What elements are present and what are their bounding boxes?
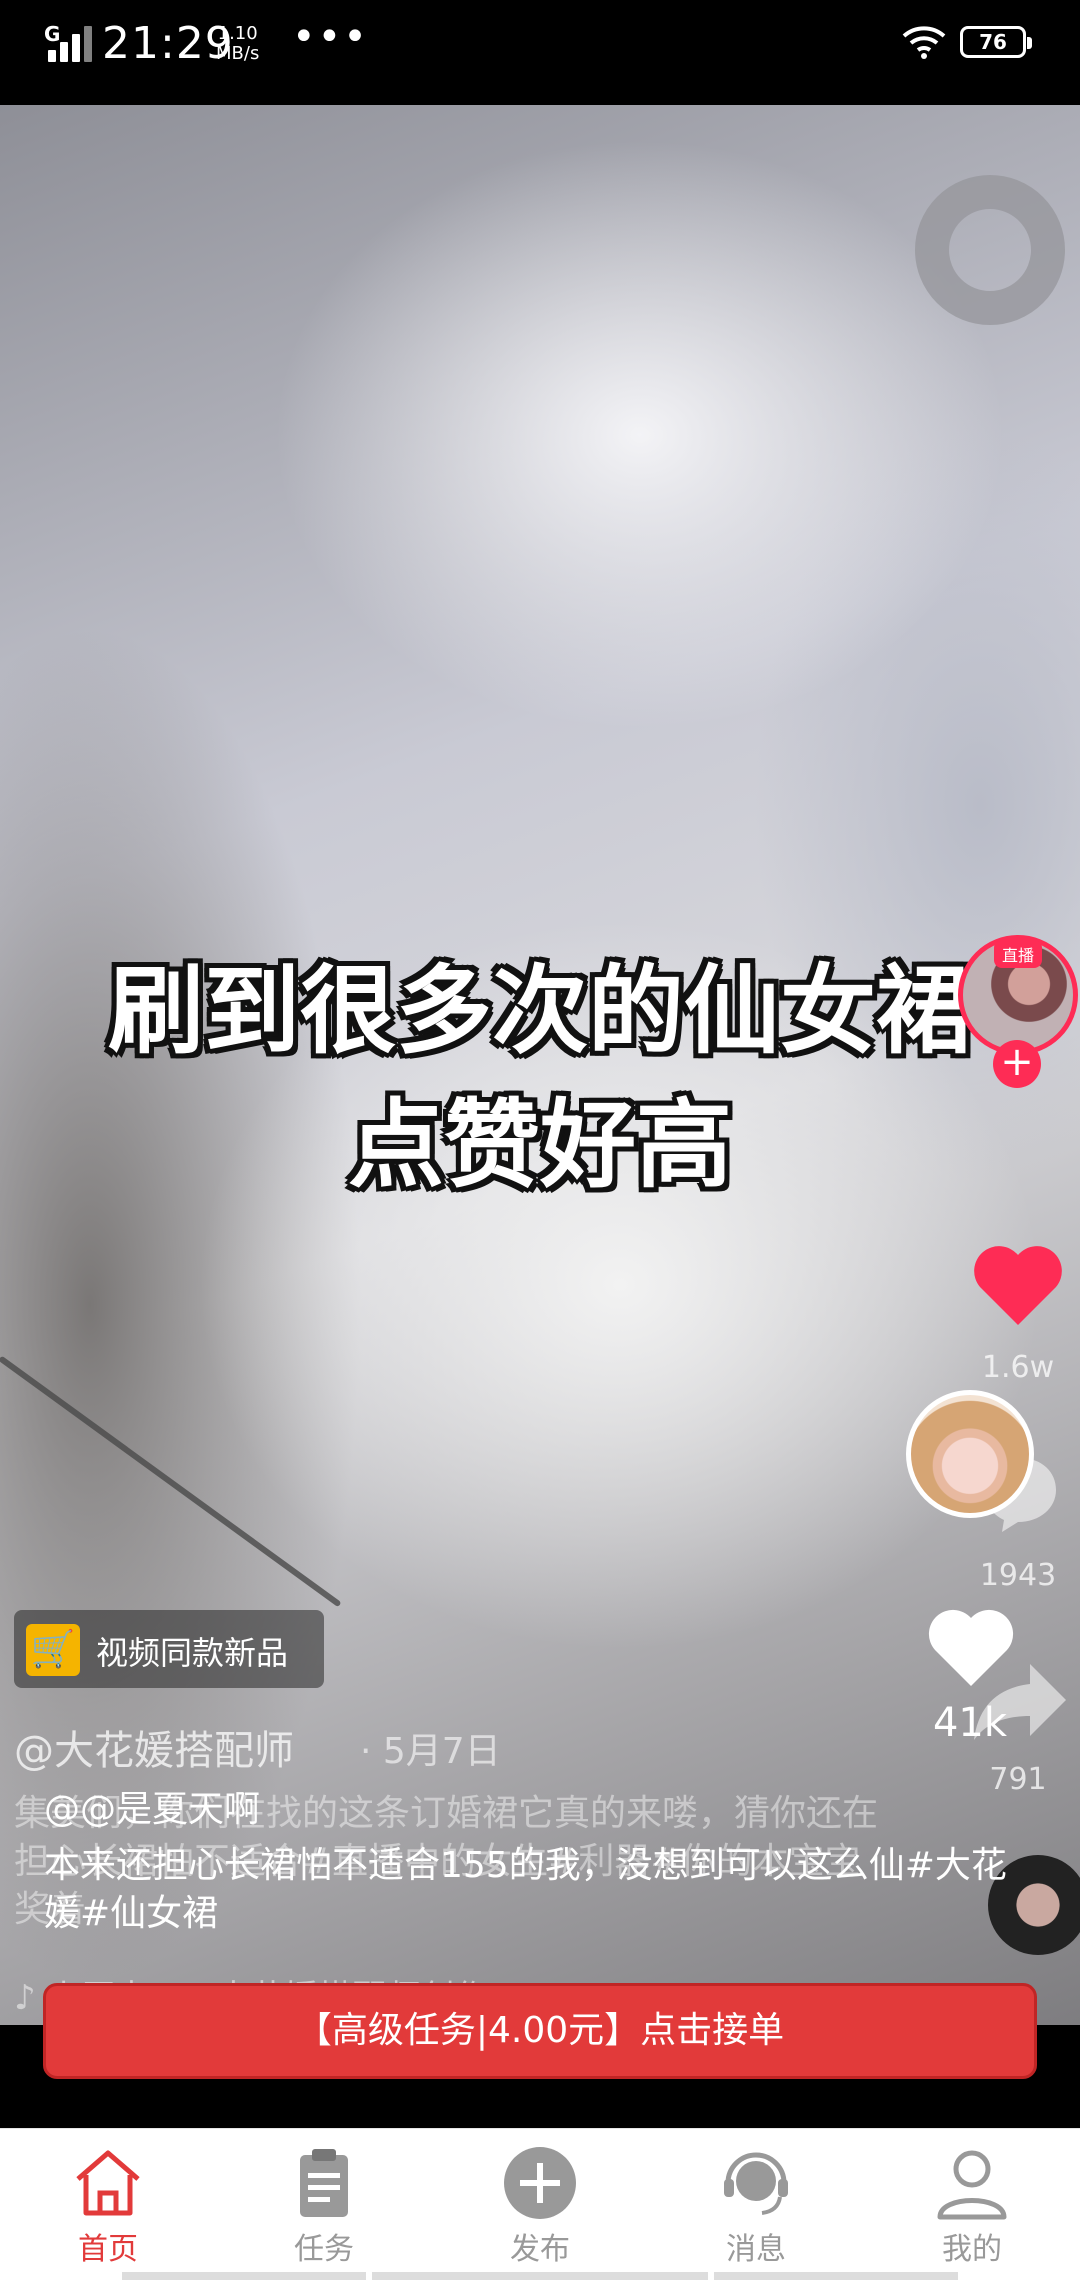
network-speed: 1.10 MB/s bbox=[216, 24, 259, 64]
nav-item-profile[interactable]: 我的 bbox=[864, 2129, 1080, 2280]
nav-label-messages: 消息 bbox=[726, 2232, 786, 2267]
gesture-bar-segment bbox=[122, 2272, 366, 2280]
clock: 21:29 bbox=[102, 18, 234, 69]
task-description: 本来还担心长裙怕不适合155的我，没想到可以这么仙#大花媛#仙女裙 bbox=[44, 1845, 1007, 1934]
status-bar: G 21:29 1.10 MB/s ••• 76 bbox=[0, 0, 1080, 105]
nav-label-home: 首页 bbox=[78, 2232, 138, 2267]
more-notifications-icon: ••• bbox=[292, 14, 369, 60]
gesture-bar-segment bbox=[372, 2272, 708, 2280]
accept-task-button[interactable]: 【高级任务|4.00元】点击接单 bbox=[43, 1983, 1037, 2079]
user-icon bbox=[937, 2150, 1007, 2220]
product-tag[interactable]: 🛒 视频同款新品 bbox=[14, 1610, 324, 1688]
follow-plus-icon[interactable]: + bbox=[993, 1040, 1041, 1088]
nav-item-tasks[interactable]: 任务 bbox=[216, 2129, 432, 2280]
live-badge: 直播 bbox=[994, 940, 1043, 968]
headset-icon bbox=[724, 2152, 788, 2215]
bottom-nav: 首页 任务 发布 消息 我的 bbox=[0, 2128, 1080, 2280]
video-background-shape bbox=[915, 175, 1065, 325]
user-avatar[interactable] bbox=[906, 1390, 1034, 1518]
like-count: 41k bbox=[932, 1700, 1008, 1746]
nav-item-home[interactable]: 首页 bbox=[0, 2129, 216, 2280]
like-heart-icon[interactable] bbox=[968, 1235, 1068, 1335]
video-like-count: 1.6w bbox=[981, 1350, 1055, 1385]
speed-unit: MB/s bbox=[216, 43, 260, 64]
wifi-icon bbox=[902, 26, 946, 59]
nav-label-profile: 我的 bbox=[942, 2232, 1002, 2267]
plus-circle-icon bbox=[504, 2147, 576, 2219]
nav-label-tasks: 任务 bbox=[294, 2232, 354, 2267]
signal-icon: G bbox=[44, 22, 92, 62]
video-caption-line2: 点赞好高 bbox=[348, 1089, 732, 1201]
battery-icon: 76 bbox=[960, 26, 1032, 58]
network-type: G bbox=[44, 22, 61, 46]
gesture-bar-segment bbox=[714, 2272, 958, 2280]
video-background-cord bbox=[0, 1355, 342, 1608]
video-caption-line1: 刷到很多次的仙女裙 bbox=[108, 955, 972, 1067]
battery-level: 76 bbox=[979, 30, 1007, 54]
video-comment-count: 1943 bbox=[979, 1558, 1057, 1593]
speed-value: 1.10 bbox=[217, 23, 258, 44]
heart-icon[interactable] bbox=[925, 1604, 1017, 1690]
home-icon bbox=[76, 2150, 140, 2216]
product-tag-label: 视频同款新品 bbox=[96, 1634, 289, 1672]
shopping-cart-icon: 🛒 bbox=[26, 1624, 80, 1676]
video-author[interactable]: @大花媛搭配师 bbox=[14, 1718, 294, 1776]
nav-item-messages[interactable]: 消息 bbox=[648, 2129, 864, 2280]
video-share-count: 791 bbox=[989, 1762, 1047, 1797]
clipboard-icon bbox=[300, 2149, 348, 2217]
nav-label-publish: 发布 bbox=[510, 2232, 570, 2267]
nav-item-publish[interactable]: 发布 bbox=[432, 2129, 648, 2280]
task-username: @@是夏天啊 bbox=[44, 1789, 261, 1830]
video-date: · 5月7日 bbox=[360, 1731, 501, 1772]
